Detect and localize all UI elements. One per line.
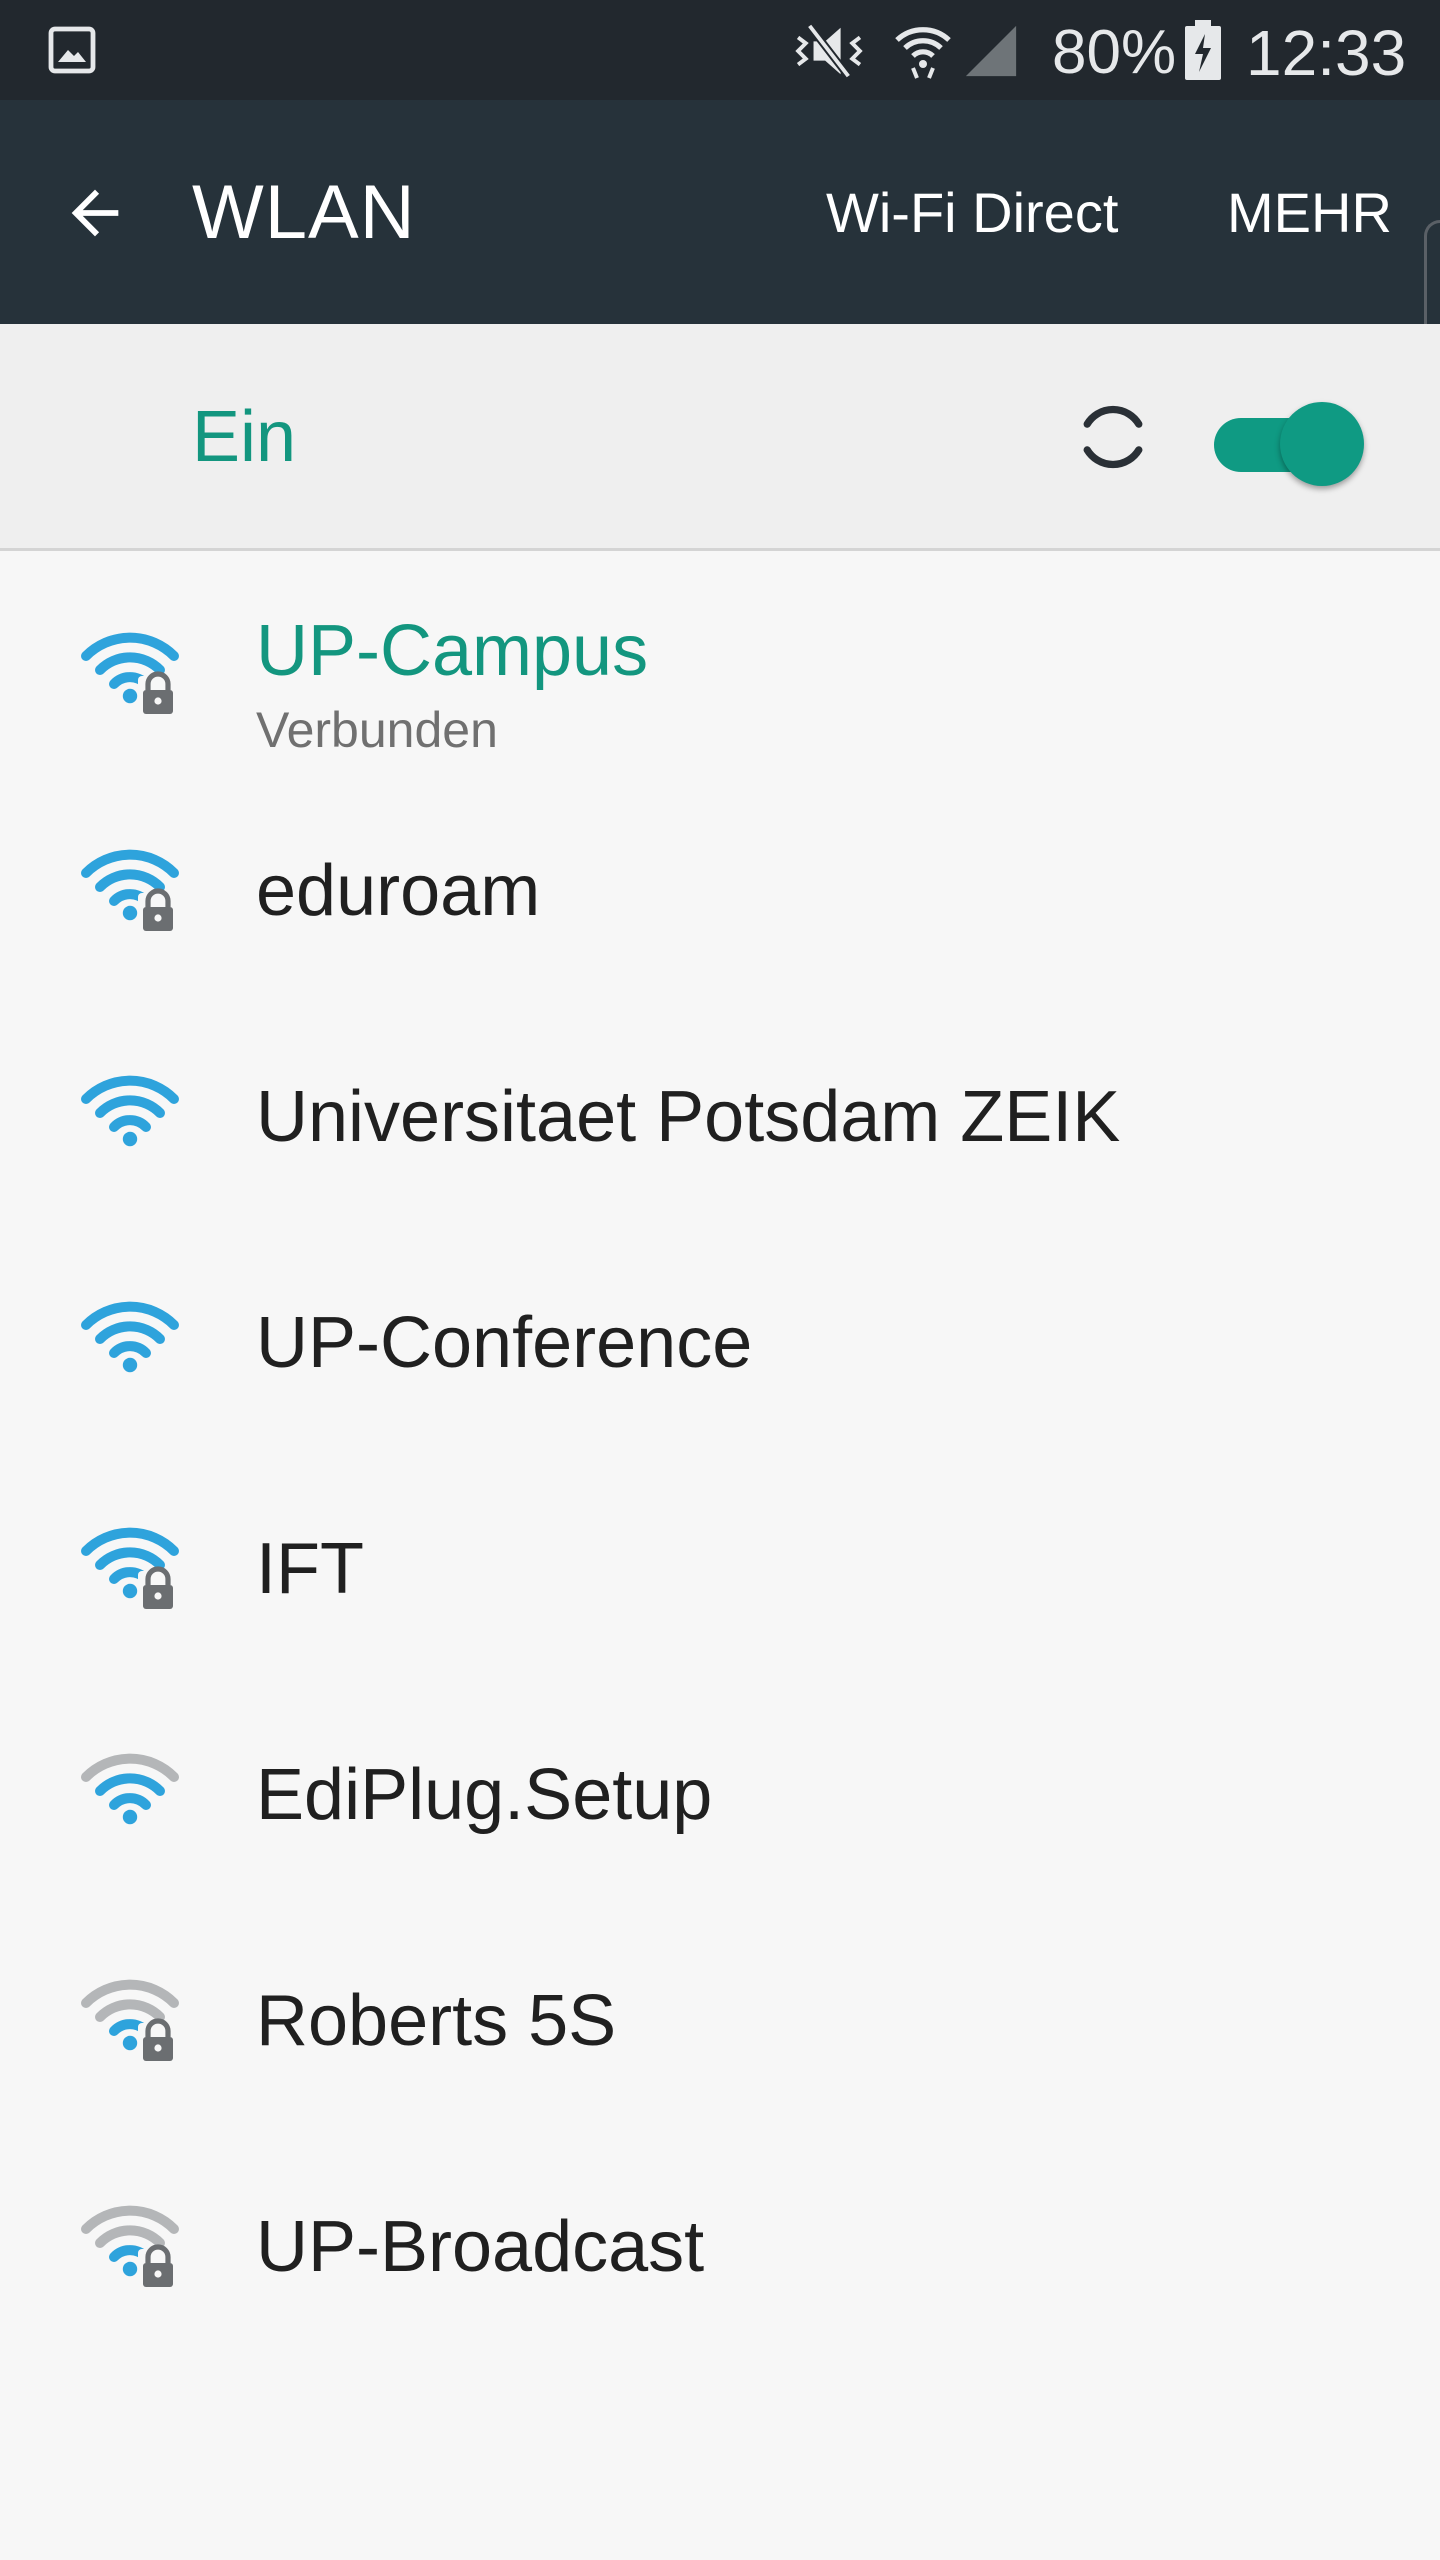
network-item[interactable]: Universitaet Potsdam ZEIK xyxy=(0,1004,1440,1230)
wifi-icon xyxy=(80,1293,180,1393)
wifi-direct-button[interactable]: Wi-Fi Direct xyxy=(826,178,1118,248)
mute-icon xyxy=(795,23,863,79)
wifi-secured-icon xyxy=(80,1519,180,1619)
more-button[interactable]: MEHR xyxy=(1227,178,1392,248)
network-list: UP-Campus Verbunden eduroam Universitaet Po… xyxy=(0,552,1440,2360)
network-name: UP-Conference xyxy=(256,1303,753,1383)
network-item[interactable]: UP-Broadcast xyxy=(0,2134,1440,2360)
network-item[interactable]: eduroam xyxy=(0,778,1440,1004)
wifi-secured-icon xyxy=(80,1971,180,2071)
gallery-icon xyxy=(48,26,96,74)
back-arrow-icon xyxy=(71,189,119,237)
network-item[interactable]: UP-Campus Verbunden xyxy=(0,552,1440,778)
back-button[interactable] xyxy=(50,168,140,258)
wifi-state-label: Ein xyxy=(192,397,297,477)
network-name: eduroam xyxy=(256,851,541,931)
signal-icon xyxy=(965,25,1017,77)
battery-charging-icon xyxy=(1185,20,1221,80)
network-name: Universitaet Potsdam ZEIK xyxy=(256,1077,1121,1157)
network-name: UP-Campus xyxy=(256,611,649,691)
wifi-switch[interactable] xyxy=(1214,398,1364,490)
status-bar: 80% 12:33 xyxy=(0,0,1440,100)
network-item[interactable]: EdiPlug.Setup xyxy=(0,1682,1440,1908)
clock: 12:33 xyxy=(1246,17,1407,89)
network-item[interactable]: IFT xyxy=(0,1456,1440,1682)
wifi-icon xyxy=(80,1745,180,1845)
page-title: WLAN xyxy=(192,170,416,255)
switch-thumb xyxy=(1280,402,1364,486)
network-name: Roberts 5S xyxy=(256,1981,617,2061)
battery-percent: 80% xyxy=(1052,18,1177,87)
network-item[interactable]: UP-Conference xyxy=(0,1230,1440,1456)
wifi-secured-icon xyxy=(80,624,180,724)
network-name: EdiPlug.Setup xyxy=(256,1755,713,1835)
network-name: IFT xyxy=(256,1529,364,1609)
network-item[interactable]: Roberts 5S xyxy=(0,1908,1440,2134)
scanning-spinner-icon xyxy=(1083,405,1143,469)
app-bar: WLAN Wi-Fi Direct MEHR xyxy=(0,100,1440,324)
wifi-secured-icon xyxy=(80,2197,180,2297)
wifi-icon xyxy=(80,1067,180,1167)
wifi-toggle-row[interactable]: Ein xyxy=(0,324,1440,551)
wifi-icon xyxy=(895,27,951,79)
network-name: UP-Broadcast xyxy=(256,2207,705,2287)
wifi-secured-icon xyxy=(80,841,180,941)
network-status: Verbunden xyxy=(256,702,498,758)
